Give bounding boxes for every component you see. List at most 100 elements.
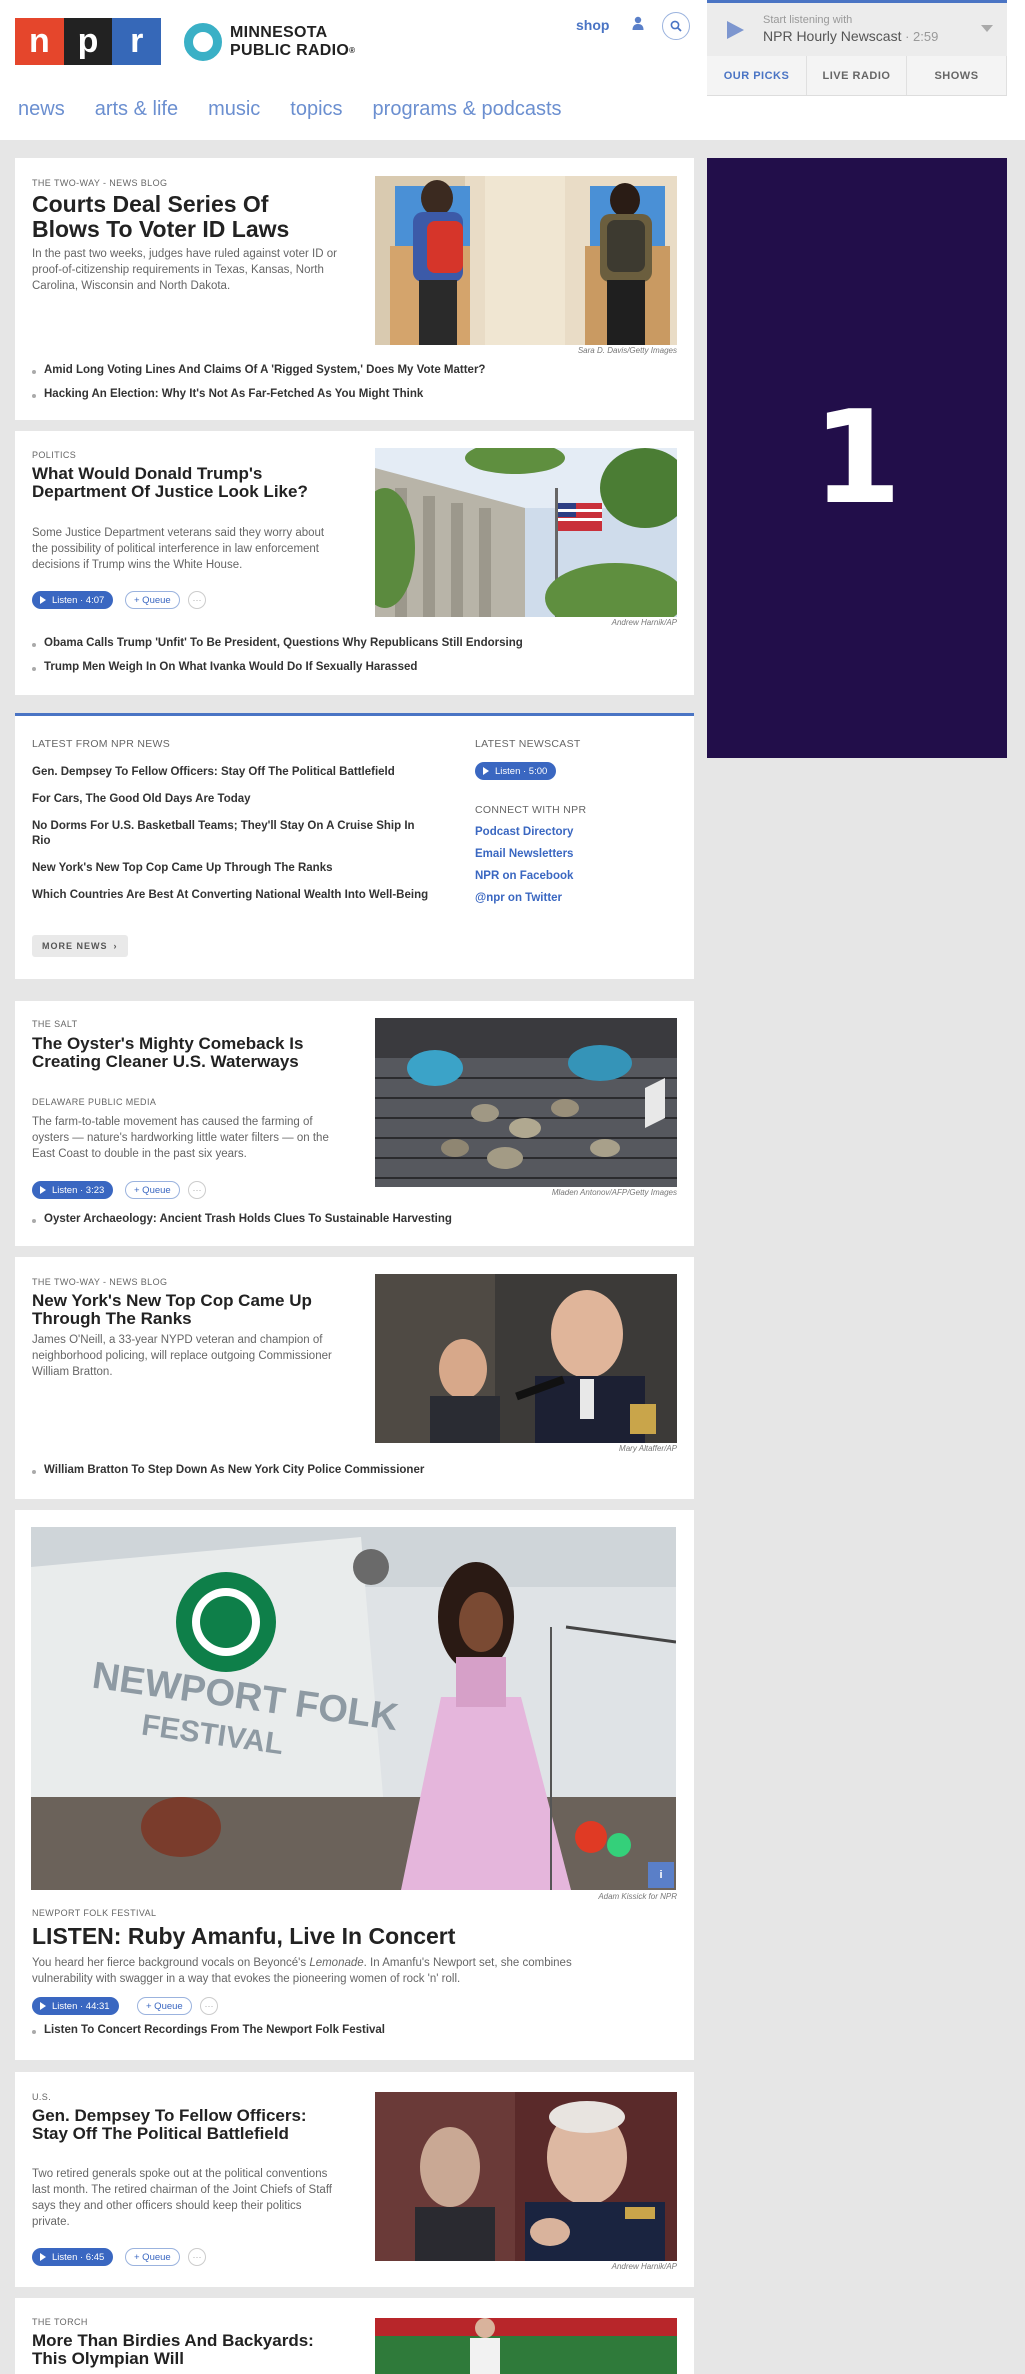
story-teaser[interactable]: Some Justice Department veterans said th… bbox=[32, 525, 342, 573]
story-card: THE SALT The Oyster's Mighty Comeback Is… bbox=[15, 1001, 694, 1246]
story-title[interactable]: New York's New Top Cop Came Up Through T… bbox=[32, 1292, 332, 1328]
story-title[interactable]: Gen. Dempsey To Fellow Officers: Stay Of… bbox=[32, 2107, 332, 2143]
related-link[interactable]: Listen To Concert Recordings From The Ne… bbox=[32, 2024, 385, 2036]
story-title[interactable]: LISTEN: Ruby Amanfu, Live In Concert bbox=[32, 1923, 672, 1949]
play-icon[interactable] bbox=[727, 21, 744, 39]
nav-music[interactable]: music bbox=[208, 98, 260, 121]
latest-item[interactable]: No Dorms For U.S. Basketball Teams; They… bbox=[32, 819, 432, 849]
npr-logo-p: p bbox=[63, 18, 113, 65]
story-title[interactable]: More Than Birdies And Backyards: This Ol… bbox=[32, 2332, 332, 2368]
more-options-icon[interactable]: ··· bbox=[188, 2248, 206, 2266]
player-program[interactable]: NPR Hourly Newscast bbox=[763, 28, 901, 44]
related-link[interactable]: Hacking An Election: Why It's Not As Far… bbox=[32, 388, 423, 400]
latest-item[interactable]: For Cars, The Good Old Days Are Today bbox=[32, 792, 432, 807]
story-title[interactable]: What Would Donald Trump's Department Of … bbox=[32, 465, 332, 501]
featured-image[interactable]: NEWPORT FOLK FESTIVAL bbox=[31, 1527, 676, 1890]
story-slug[interactable]: THE TWO-WAY - NEWS BLOG bbox=[32, 178, 167, 188]
listen-label: Listen · 3:23 bbox=[52, 1184, 105, 1196]
listen-label: Listen · 44:31 bbox=[52, 2000, 110, 2012]
related-link[interactable]: Amid Long Voting Lines And Claims Of A '… bbox=[32, 364, 485, 376]
story-teaser[interactable]: The farm-to-table movement has caused th… bbox=[32, 1114, 342, 1162]
nav-programs-podcasts[interactable]: programs & podcasts bbox=[373, 98, 562, 121]
story-image[interactable] bbox=[375, 2318, 677, 2374]
nav-topics[interactable]: topics bbox=[290, 98, 342, 121]
related-link[interactable]: Obama Calls Trump 'Unfit' To Be Presiden… bbox=[32, 637, 523, 649]
search-icon[interactable] bbox=[662, 12, 690, 40]
story-card: POLITICS What Would Donald Trump's Depar… bbox=[15, 431, 694, 695]
nav-arts-life[interactable]: arts & life bbox=[95, 98, 178, 121]
more-news-button[interactable]: MORE NEWS › bbox=[32, 935, 128, 957]
station-logo[interactable]: MINNESOTA PUBLIC RADIO® bbox=[184, 20, 384, 64]
more-options-icon[interactable]: ··· bbox=[200, 1997, 218, 2015]
story-title[interactable]: Courts Deal Series Of Blows To Voter ID … bbox=[32, 192, 332, 242]
story-teaser[interactable]: You heard her fierce background vocals o… bbox=[32, 1955, 632, 1987]
queue-button[interactable]: + Queue bbox=[125, 591, 180, 609]
story-card: THE TORCH More Than Birdies And Backyard… bbox=[15, 2298, 694, 2374]
listen-button[interactable]: Listen · 3:23 bbox=[32, 1181, 114, 1199]
player-tabs: OUR PICKS LIVE RADIO SHOWS bbox=[707, 56, 1007, 96]
story-card: THE TWO-WAY - NEWS BLOG Courts Deal Seri… bbox=[15, 158, 694, 420]
latest-item[interactable]: Gen. Dempsey To Fellow Officers: Stay Of… bbox=[32, 765, 432, 780]
story-title[interactable]: The Oyster's Mighty Comeback Is Creating… bbox=[32, 1035, 332, 1071]
listen-button[interactable]: Listen · 44:31 bbox=[32, 1997, 119, 2015]
latest-item[interactable]: Which Countries Are Best At Converting N… bbox=[32, 888, 432, 903]
related-link[interactable]: Trump Men Weigh In On What Ivanka Would … bbox=[32, 661, 417, 673]
advertisement[interactable]: 1 bbox=[707, 158, 1007, 758]
latest-news-module: LATEST FROM NPR NEWS Gen. Dempsey To Fel… bbox=[15, 713, 694, 979]
story-slug[interactable]: U.S. bbox=[32, 2092, 51, 2102]
connect-heading: CONNECT WITH NPR bbox=[475, 804, 587, 816]
image-credit: Mladen Antonov/AFP/Getty Images bbox=[551, 1188, 677, 1197]
nav-news[interactable]: news bbox=[18, 98, 65, 121]
story-slug[interactable]: THE SALT bbox=[32, 1019, 78, 1029]
newscast-heading: LATEST NEWSCAST bbox=[475, 738, 581, 750]
tab-our-picks[interactable]: OUR PICKS bbox=[707, 56, 807, 95]
story-slug[interactable]: NEWPORT FOLK FESTIVAL bbox=[32, 1908, 156, 1918]
story-teaser[interactable]: In the past two weeks, judges have ruled… bbox=[32, 246, 342, 294]
npr-logo[interactable]: n p r bbox=[15, 18, 162, 65]
queue-button[interactable]: + Queue bbox=[137, 1997, 192, 2015]
story-teaser[interactable]: Two retired generals spoke out at the po… bbox=[32, 2166, 332, 2230]
queue-button[interactable]: + Queue bbox=[125, 2248, 180, 2266]
story-slug[interactable]: POLITICS bbox=[32, 450, 76, 460]
newscast-listen-button[interactable]: Listen · 5:00 bbox=[475, 762, 557, 780]
story-card: THE TWO-WAY - NEWS BLOG New York's New T… bbox=[15, 1257, 694, 1499]
station-logo-ring-icon bbox=[184, 23, 222, 61]
story-teaser[interactable]: James O'Neill, a 33-year NYPD veteran an… bbox=[32, 1332, 342, 1380]
queue-button[interactable]: + Queue bbox=[125, 1181, 180, 1199]
shop-link[interactable]: shop bbox=[576, 17, 609, 33]
story-source: DELAWARE PUBLIC MEDIA bbox=[32, 1097, 157, 1107]
related-link[interactable]: William Bratton To Step Down As New York… bbox=[32, 1464, 424, 1476]
more-options-icon[interactable]: ··· bbox=[188, 591, 206, 609]
related-link[interactable]: Oyster Archaeology: Ancient Trash Holds … bbox=[32, 1213, 452, 1225]
podcast-directory-link[interactable]: Podcast Directory bbox=[475, 826, 573, 838]
info-icon[interactable]: i bbox=[648, 1862, 674, 1888]
chevron-down-icon[interactable] bbox=[981, 25, 993, 32]
story-image[interactable] bbox=[375, 176, 677, 345]
latest-item[interactable]: New York's New Top Cop Came Up Through T… bbox=[32, 861, 432, 876]
twitter-link[interactable]: @npr on Twitter bbox=[475, 892, 562, 904]
audio-player: Start listening with NPR Hourly Newscast… bbox=[707, 0, 1007, 56]
more-news-label: MORE NEWS bbox=[42, 941, 108, 951]
story-image[interactable] bbox=[375, 448, 677, 617]
user-icon[interactable] bbox=[632, 16, 644, 30]
email-newsletters-link[interactable]: Email Newsletters bbox=[475, 848, 573, 860]
latest-heading: LATEST FROM NPR NEWS bbox=[32, 738, 171, 750]
story-image[interactable] bbox=[375, 2092, 677, 2261]
listen-label: Listen · 4:07 bbox=[52, 594, 105, 606]
player-duration: · 2:59 bbox=[901, 29, 939, 44]
more-options-icon[interactable]: ··· bbox=[188, 1181, 206, 1199]
listen-button[interactable]: Listen · 4:07 bbox=[32, 591, 114, 609]
listen-button[interactable]: Listen · 6:45 bbox=[32, 2248, 114, 2266]
tab-live-radio[interactable]: LIVE RADIO bbox=[807, 56, 907, 95]
main-nav: news arts & life music topics programs &… bbox=[18, 98, 592, 121]
image-credit: Andrew Harnik/AP bbox=[611, 2262, 677, 2271]
facebook-link[interactable]: NPR on Facebook bbox=[475, 870, 573, 882]
story-image[interactable] bbox=[375, 1018, 677, 1187]
story-slug[interactable]: THE TORCH bbox=[32, 2317, 88, 2327]
image-credit: Adam Kissick for NPR bbox=[598, 1892, 677, 1901]
tab-shows[interactable]: SHOWS bbox=[907, 56, 1007, 95]
chevron-right-icon: › bbox=[113, 941, 118, 951]
story-image[interactable] bbox=[375, 1274, 677, 1443]
story-slug[interactable]: THE TWO-WAY - NEWS BLOG bbox=[32, 1277, 167, 1287]
featured-story-card: NEWPORT FOLK FESTIVAL i Adam Kissick for… bbox=[15, 1510, 694, 2060]
